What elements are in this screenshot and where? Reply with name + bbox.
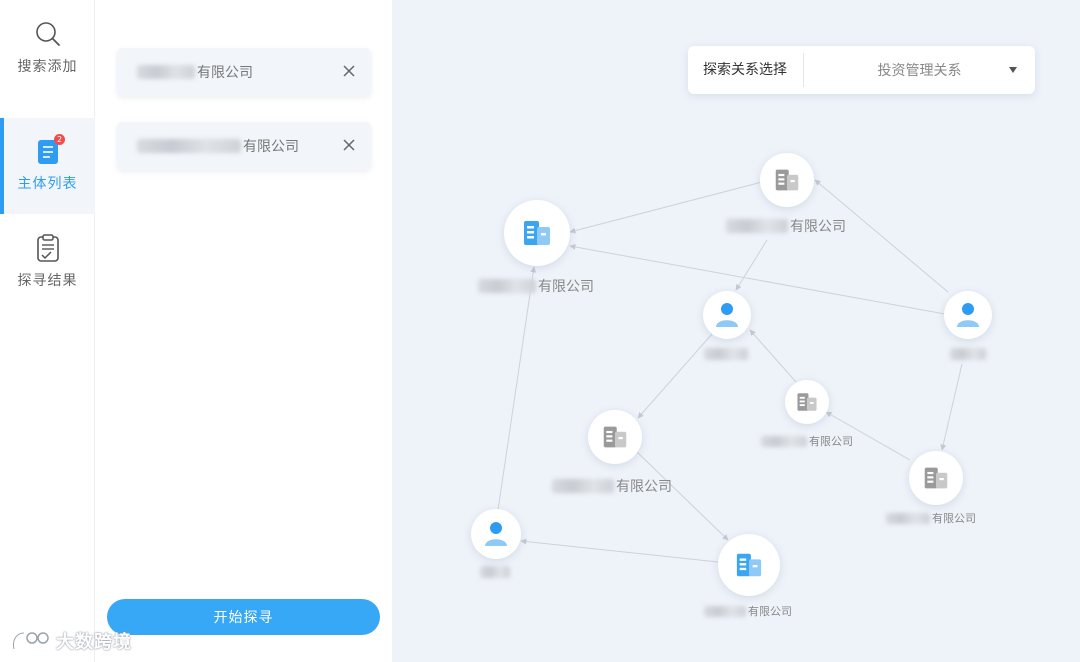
- edge: [814, 179, 949, 293]
- graph-node-company[interactable]: [760, 153, 814, 207]
- graph-node-label: [950, 348, 988, 360]
- entity-list-panel: 有限公司 有限公司 开始探寻: [95, 0, 392, 662]
- graph-node-person[interactable]: [471, 509, 521, 559]
- graph-node-label: 有限公司: [726, 216, 846, 236]
- graph-node-company[interactable]: [588, 410, 642, 464]
- sidebar-item-label: 探寻结果: [17, 273, 78, 289]
- company-building-icon: [924, 467, 948, 489]
- watermark-logo-icon: [12, 631, 49, 650]
- graph-node-label: 有限公司: [886, 510, 976, 526]
- company-building-icon: [524, 221, 550, 245]
- relationship-graph[interactable]: 探索关系选择 投资管理关系 有限公司 有限公司 有限公司 有限公司 有限公司 有…: [392, 0, 1080, 662]
- graph-node-label: [480, 566, 512, 578]
- graph-node-label: 有限公司: [552, 476, 672, 496]
- watermark-text: 大数跨境: [56, 632, 132, 653]
- graph-node-label: 有限公司: [761, 433, 853, 449]
- company-building-icon: [736, 553, 762, 577]
- edge: [749, 329, 797, 383]
- graph-node-label: 有限公司: [478, 276, 594, 296]
- sidebar-item-search-add[interactable]: 搜索添加: [0, 0, 95, 96]
- clipboard-check-icon: [36, 234, 59, 262]
- edge: [520, 538, 719, 563]
- edge: [940, 363, 963, 451]
- edge: [735, 239, 768, 291]
- company-building-icon: [797, 393, 817, 411]
- entity-name: 有限公司: [243, 139, 299, 155]
- close-icon[interactable]: [341, 137, 357, 153]
- selector-label: 探索关系选择: [688, 53, 804, 87]
- graph-node-person[interactable]: [703, 291, 751, 339]
- graph-node-company[interactable]: [785, 380, 829, 424]
- entity-name: 有限公司: [197, 65, 253, 81]
- sidebar-item-label: 主体列表: [17, 176, 78, 192]
- person-icon: [485, 522, 507, 546]
- entity-list-item[interactable]: 有限公司: [117, 48, 371, 96]
- entity-list-item[interactable]: 有限公司: [117, 122, 371, 170]
- caret-down-icon[interactable]: [1009, 67, 1017, 73]
- person-icon: [957, 303, 979, 327]
- search-icon: [35, 22, 60, 46]
- sidebar-item-label: 搜索添加: [17, 59, 78, 75]
- edge: [637, 333, 713, 419]
- graph-node-person[interactable]: [944, 291, 992, 339]
- company-building-icon: [603, 426, 627, 448]
- graph-node-label: [704, 348, 750, 360]
- relation-type-dropdown[interactable]: 投资管理关系: [804, 60, 1035, 80]
- sidebar-item-entity-list[interactable]: 2 主体列表: [0, 118, 95, 214]
- start-search-button[interactable]: 开始探寻: [107, 599, 380, 635]
- graph-node-label: 有限公司: [704, 603, 792, 619]
- close-icon[interactable]: [341, 63, 357, 79]
- person-icon: [716, 303, 738, 327]
- edge: [497, 266, 537, 511]
- graph-node-company[interactable]: [718, 534, 780, 596]
- notification-badge: 2: [54, 134, 65, 145]
- relation-type-selector[interactable]: 探索关系选择 投资管理关系: [688, 46, 1035, 94]
- sidebar-item-search-results[interactable]: 探寻结果: [0, 214, 95, 310]
- redacted-text: [137, 65, 195, 79]
- company-building-icon: [775, 169, 799, 191]
- nav-sidebar: 搜索添加 2 主体列表 探寻结果: [0, 0, 95, 662]
- watermark: 大数跨境: [10, 628, 132, 654]
- graph-node-company[interactable]: [909, 451, 963, 505]
- redacted-text: [137, 139, 241, 153]
- graph-node-company[interactable]: [504, 200, 570, 266]
- edge: [636, 451, 729, 541]
